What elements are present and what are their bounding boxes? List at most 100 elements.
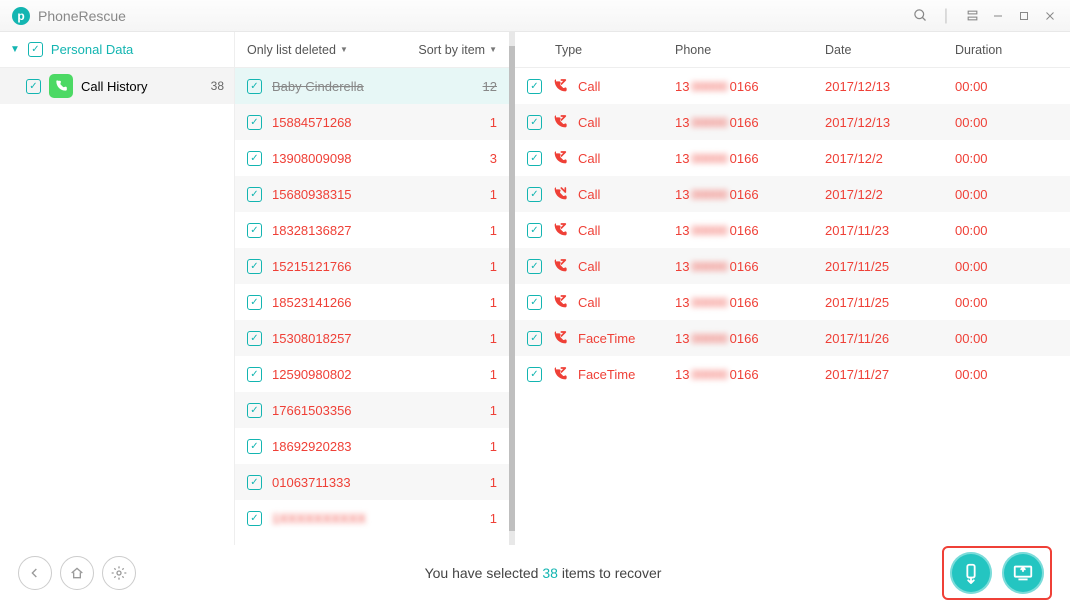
call-detail-panel: Type Phone Date Duration ✓ Call 13000000…: [515, 32, 1070, 545]
call-duration: 00:00: [955, 367, 1070, 382]
table-row[interactable]: ✓ Call 13000000166 2017/11/25 00:00: [515, 248, 1070, 284]
phone-number: 13000000166: [675, 331, 825, 346]
sidebar-item-call-history[interactable]: ✓ Call History 38: [0, 68, 234, 104]
titlebar: p PhoneRescue |: [0, 0, 1070, 32]
list-item[interactable]: ✓ 1XXXXXXXXXX 1: [235, 500, 509, 536]
list-item-count: 1: [490, 223, 497, 238]
list-item-name: 18692920283: [272, 439, 480, 454]
list-item[interactable]: ✓ 18692920283 1: [235, 428, 509, 464]
call-type: FaceTime: [578, 367, 635, 382]
search-icon[interactable]: [912, 8, 928, 24]
checkbox[interactable]: ✓: [527, 295, 542, 310]
back-button[interactable]: [18, 556, 52, 590]
call-duration: 00:00: [955, 151, 1070, 166]
table-row[interactable]: ✓ Call 13000000166 2017/12/2 00:00: [515, 140, 1070, 176]
checkbox[interactable]: ✓: [527, 367, 542, 382]
list-item[interactable]: ✓ 18328136827 1: [235, 212, 509, 248]
home-button[interactable]: [60, 556, 94, 590]
checkbox[interactable]: ✓: [527, 259, 542, 274]
phone-number: 13000000166: [675, 223, 825, 238]
list-item[interactable]: ✓ 18523141266 1: [235, 284, 509, 320]
list-item[interactable]: ✓ 01063711333 1: [235, 464, 509, 500]
call-duration: 00:00: [955, 223, 1070, 238]
call-type: Call: [578, 79, 600, 94]
call-direction-icon: [552, 114, 568, 130]
checkbox[interactable]: ✓: [28, 42, 43, 57]
table-row[interactable]: ✓ FaceTime 13000000166 2017/11/26 00:00: [515, 320, 1070, 356]
checkbox[interactable]: ✓: [527, 151, 542, 166]
list-item[interactable]: ✓ 13908009098 3: [235, 140, 509, 176]
table-row[interactable]: ✓ Call 13000000166 2017/12/13 00:00: [515, 104, 1070, 140]
table-row[interactable]: ✓ Call 13000000166 2017/11/25 00:00: [515, 284, 1070, 320]
phone-app-icon: [49, 74, 73, 98]
checkbox[interactable]: ✓: [247, 403, 262, 418]
call-duration: 00:00: [955, 79, 1070, 94]
list-item-count: 1: [490, 367, 497, 382]
call-direction-icon: [552, 366, 568, 382]
recover-to-device-button[interactable]: [950, 552, 992, 594]
call-date: 2017/11/26: [825, 331, 955, 346]
list-item-count: 1: [490, 331, 497, 346]
scrollbar-track: [509, 531, 515, 545]
sort-dropdown[interactable]: Sort by item▼: [418, 43, 497, 57]
checkbox[interactable]: ✓: [247, 79, 262, 94]
checkbox[interactable]: ✓: [527, 223, 542, 238]
list-item-name: 15884571268: [272, 115, 480, 130]
checkbox[interactable]: ✓: [527, 187, 542, 202]
call-type: Call: [578, 259, 600, 274]
list-item[interactable]: ✓ 15308018257 1: [235, 320, 509, 356]
list-item-count: 1: [490, 511, 497, 526]
checkbox[interactable]: ✓: [247, 367, 262, 382]
call-date: 2017/12/13: [825, 115, 955, 130]
list-item[interactable]: ✓ 15680938315 1: [235, 176, 509, 212]
list-item-count: 1: [490, 187, 497, 202]
list-item[interactable]: ✓ 15215121766 1: [235, 248, 509, 284]
filter-dropdown[interactable]: Only list deleted▼: [247, 43, 348, 57]
call-date: 2017/11/25: [825, 295, 955, 310]
checkbox[interactable]: ✓: [247, 475, 262, 490]
phone-number: 13000000166: [675, 187, 825, 202]
list-item-name: 15680938315: [272, 187, 480, 202]
call-duration: 00:00: [955, 187, 1070, 202]
table-row[interactable]: ✓ Call 13000000166 2017/11/23 00:00: [515, 212, 1070, 248]
sidebar-item-label: Call History: [81, 79, 147, 94]
table-row[interactable]: ✓ Call 13000000166 2017/12/2 00:00: [515, 176, 1070, 212]
sidebar-group-personal-data[interactable]: ▼ ✓ Personal Data: [0, 32, 234, 68]
list-item[interactable]: ✓ 15884571268 1: [235, 104, 509, 140]
checkbox[interactable]: ✓: [247, 115, 262, 130]
list-item[interactable]: ✓ 12590980802 1: [235, 356, 509, 392]
list-item[interactable]: ✓ Baby Cinderella 12: [235, 68, 509, 104]
list-item-name: 17661503356: [272, 403, 480, 418]
minimize-icon[interactable]: [990, 8, 1006, 24]
checkbox[interactable]: ✓: [527, 331, 542, 346]
maximize-icon[interactable]: [1016, 8, 1032, 24]
checkbox[interactable]: ✓: [247, 151, 262, 166]
list-item[interactable]: ✓ 17661503356 1: [235, 392, 509, 428]
checkbox[interactable]: ✓: [527, 79, 542, 94]
checkbox[interactable]: ✓: [247, 295, 262, 310]
selection-status: You have selected 38 items to recover: [144, 565, 942, 581]
list-item-name: 13908009098: [272, 151, 480, 166]
phone-number: 13000000166: [675, 79, 825, 94]
phone-number: 13000000166: [675, 115, 825, 130]
recover-actions-highlight: [942, 546, 1052, 600]
col-phone: Phone: [675, 43, 825, 57]
menu-icon[interactable]: [964, 8, 980, 24]
checkbox[interactable]: ✓: [247, 439, 262, 454]
checkbox[interactable]: ✓: [247, 223, 262, 238]
checkbox[interactable]: ✓: [247, 331, 262, 346]
checkbox[interactable]: ✓: [247, 187, 262, 202]
call-type: Call: [578, 151, 600, 166]
call-date: 2017/11/25: [825, 259, 955, 274]
recover-to-computer-button[interactable]: [1002, 552, 1044, 594]
checkbox[interactable]: ✓: [26, 79, 41, 94]
close-icon[interactable]: [1042, 8, 1058, 24]
table-row[interactable]: ✓ FaceTime 13000000166 2017/11/27 00:00: [515, 356, 1070, 392]
table-row[interactable]: ✓ Call 13000000166 2017/12/13 00:00: [515, 68, 1070, 104]
col-duration: Duration: [955, 43, 1070, 57]
checkbox[interactable]: ✓: [247, 259, 262, 274]
call-direction-icon: [552, 78, 568, 94]
checkbox[interactable]: ✓: [247, 511, 262, 526]
settings-button[interactable]: [102, 556, 136, 590]
checkbox[interactable]: ✓: [527, 115, 542, 130]
